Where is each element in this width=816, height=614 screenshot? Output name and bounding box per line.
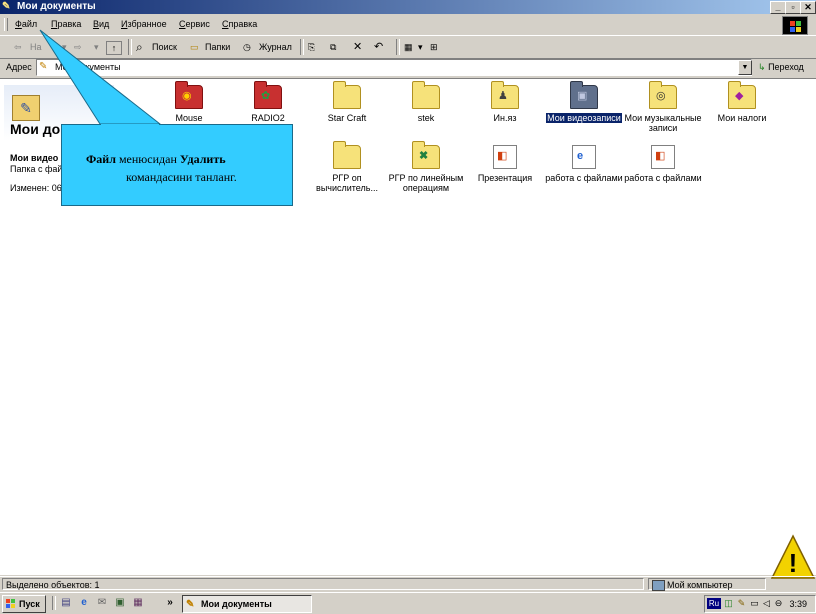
- language-indicator[interactable]: Ru: [707, 598, 721, 609]
- taskbar: Пуск ▤ e ✉ ▣ ▦ » ✎ Мои документы Ru ◫ ✎ …: [0, 592, 816, 614]
- status-location-label: Мой компьютер: [667, 580, 733, 590]
- clock: 3:39: [789, 599, 807, 609]
- callout-line-1: Файл менюсидан Удалить: [86, 152, 226, 166]
- callout-line-2: командасини танланг.: [126, 170, 237, 184]
- quicklaunch-app-icon[interactable]: ▣: [114, 597, 126, 609]
- status-location: Мой компьютер: [648, 578, 766, 591]
- system-tray: Ru ◫ ✎ ▭ ◁ ⊖ 3:39: [704, 595, 816, 613]
- warning-mark: !: [789, 548, 798, 578]
- warning-icon: !: [770, 534, 816, 579]
- taskbar-window-my-documents[interactable]: ✎ Мои документы: [182, 595, 312, 613]
- tray-status-icon[interactable]: ⊖: [773, 598, 784, 609]
- outlook-express-icon[interactable]: ✉: [96, 597, 108, 609]
- show-desktop-icon[interactable]: ▤: [60, 597, 72, 609]
- tray-network-icon[interactable]: ◫: [723, 598, 734, 609]
- volume-icon[interactable]: ◁: [761, 598, 772, 609]
- status-selected-count: Выделено объектов: 1: [2, 578, 644, 590]
- start-button[interactable]: Пуск: [2, 595, 46, 613]
- my-documents-icon: ✎: [186, 599, 195, 610]
- windows-flag-icon: [6, 599, 16, 609]
- tray-monitor-icon[interactable]: ▭: [749, 598, 760, 609]
- quicklaunch-app-icon-2[interactable]: ▦: [132, 597, 144, 609]
- tray-app-icon[interactable]: ✎: [736, 598, 747, 609]
- internet-explorer-icon[interactable]: e: [78, 597, 90, 609]
- my-computer-icon: [652, 580, 665, 591]
- quicklaunch-more-chevron[interactable]: »: [164, 597, 176, 609]
- status-bar: Выделено объектов: 1 Мой компьютер: [0, 576, 816, 592]
- start-label: Пуск: [19, 599, 40, 609]
- taskbar-window-label: Мои документы: [201, 599, 272, 609]
- callout-pointer: [39, 29, 162, 125]
- instruction-callout: Файл менюсидан Удалить командасини танла…: [61, 124, 293, 206]
